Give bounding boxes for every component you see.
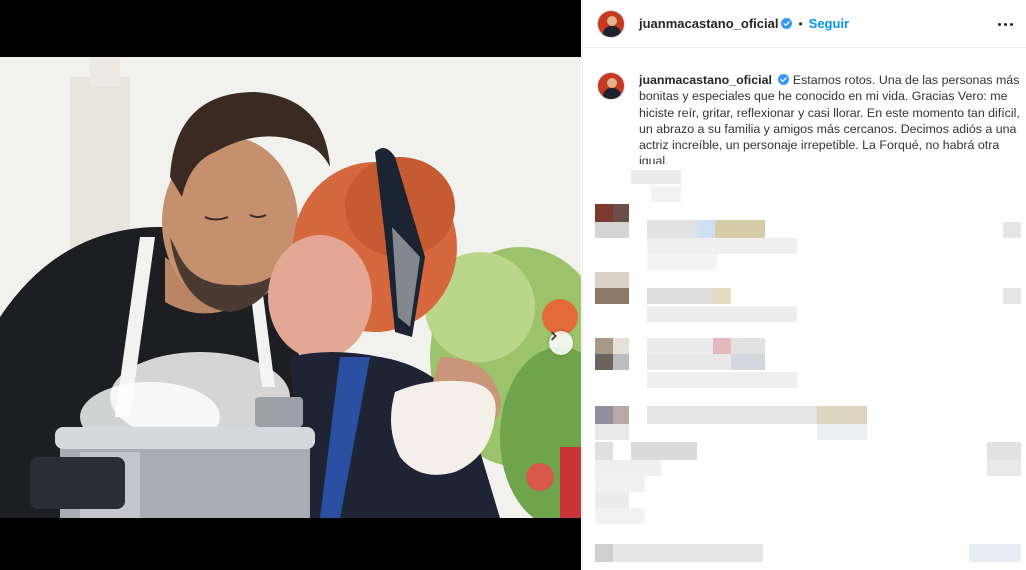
- photo-illustration: [0, 57, 581, 518]
- post-side-panel: juanmacastano_oficial • Seguir juanmacas…: [582, 0, 1026, 570]
- redacted-comments: [583, 166, 1026, 570]
- chevron-right-icon: [551, 331, 557, 341]
- post-photo[interactable]: [0, 57, 581, 518]
- verified-badge-icon: [781, 18, 793, 29]
- carousel-next-button[interactable]: [549, 331, 573, 355]
- caption: juanmacastano_oficial Estamos rotos. Una…: [597, 72, 1021, 164]
- media-pane: [0, 0, 581, 570]
- caption-author-avatar[interactable]: [597, 72, 625, 100]
- post-header: juanmacastano_oficial • Seguir: [583, 0, 1026, 48]
- caption-verified-badge-icon: [778, 74, 790, 85]
- caption-text: juanmacastano_oficial Estamos rotos. Una…: [639, 72, 1021, 164]
- author-username[interactable]: juanmacastano_oficial: [639, 16, 778, 31]
- caption-username[interactable]: juanmacastano_oficial: [639, 73, 772, 87]
- header-separator: •: [798, 16, 803, 31]
- more-options-icon[interactable]: [995, 14, 1015, 34]
- follow-button[interactable]: Seguir: [809, 16, 849, 31]
- author-avatar[interactable]: [597, 9, 625, 38]
